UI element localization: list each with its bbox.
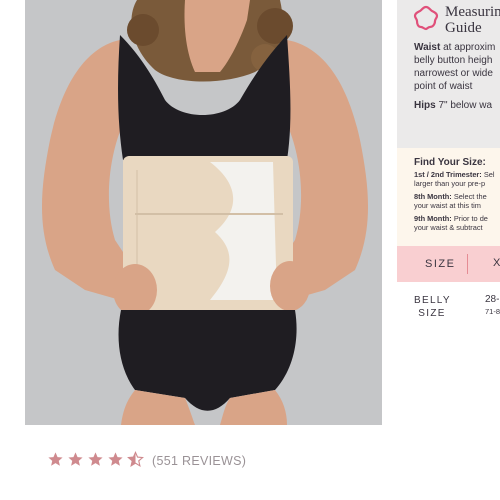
find-size-line-text: Select the — [451, 192, 487, 201]
model-photo-illustration — [25, 0, 382, 425]
find-size-line-text: Prior to de — [451, 214, 488, 223]
flower-icon — [413, 5, 439, 31]
waist-text-2: belly button heigh — [414, 55, 493, 66]
find-size-line-bold: 9th Month: — [414, 214, 452, 223]
waist-label: Waist — [414, 42, 441, 53]
size-table-header: SIZE X — [397, 246, 500, 282]
find-size-line-text: larger than your pre-p — [414, 179, 486, 188]
find-size-line: larger than your pre-p — [414, 179, 485, 188]
star-rating[interactable] — [47, 451, 144, 469]
size-next-column-header: X — [493, 257, 500, 269]
product-image[interactable] — [25, 0, 382, 425]
belly-size-value-cm: 71-8 — [485, 307, 500, 316]
measuring-guide-header: Measurin Guide Waist at approxim belly b… — [397, 0, 500, 148]
waist-instructions: Waist at approxim — [414, 42, 495, 55]
hips-label: Hips — [414, 100, 436, 111]
guide-title: Measurin Guide — [445, 4, 500, 36]
star-icon — [88, 452, 103, 466]
find-your-size-box: Find Your Size: 1st / 2nd Trimester: Sel… — [397, 148, 500, 246]
star-icon — [68, 452, 83, 466]
size-column-header: SIZE — [425, 258, 456, 270]
belly-size-value-inches: 28- — [485, 294, 500, 305]
find-size-line-text: your waist & subtract — [414, 223, 483, 232]
belly-size-row-label: BELLY SIZE — [414, 295, 451, 319]
find-size-line: your waist at this tim — [414, 201, 481, 210]
measuring-guide-panel: Measurin Guide Waist at approxim belly b… — [397, 0, 500, 500]
find-size-line-bold: 8th Month: — [414, 192, 452, 201]
reviews-count-link[interactable]: (551 REVIEWS) — [152, 454, 246, 468]
find-size-line-bold: 1st / 2nd Trimester: — [414, 170, 482, 179]
hips-instructions: Hips 7" below wa — [414, 100, 492, 113]
find-your-size-title: Find Your Size: — [414, 157, 486, 168]
size-header-divider — [467, 254, 468, 274]
waist-text-3: narrowest or wide — [414, 68, 493, 79]
hips-text: 7" below wa — [435, 100, 493, 111]
guide-title-line1: Measurin — [445, 4, 500, 20]
star-icon — [108, 452, 123, 466]
find-size-line: your waist & subtract — [414, 223, 483, 232]
guide-title-line2: Guide — [445, 20, 482, 36]
waist-text-1: at approxim — [440, 42, 496, 53]
half-star-icon — [127, 451, 144, 467]
find-size-line-text: your waist at this tim — [414, 201, 481, 210]
find-size-line: 8th Month: Select the — [414, 192, 487, 201]
star-icon — [48, 452, 63, 466]
find-size-line-text: Sel — [481, 170, 495, 179]
waist-text-4: point of waist — [414, 81, 473, 92]
find-size-line: 9th Month: Prior to de — [414, 214, 488, 223]
find-size-line: 1st / 2nd Trimester: Sel — [414, 170, 495, 179]
